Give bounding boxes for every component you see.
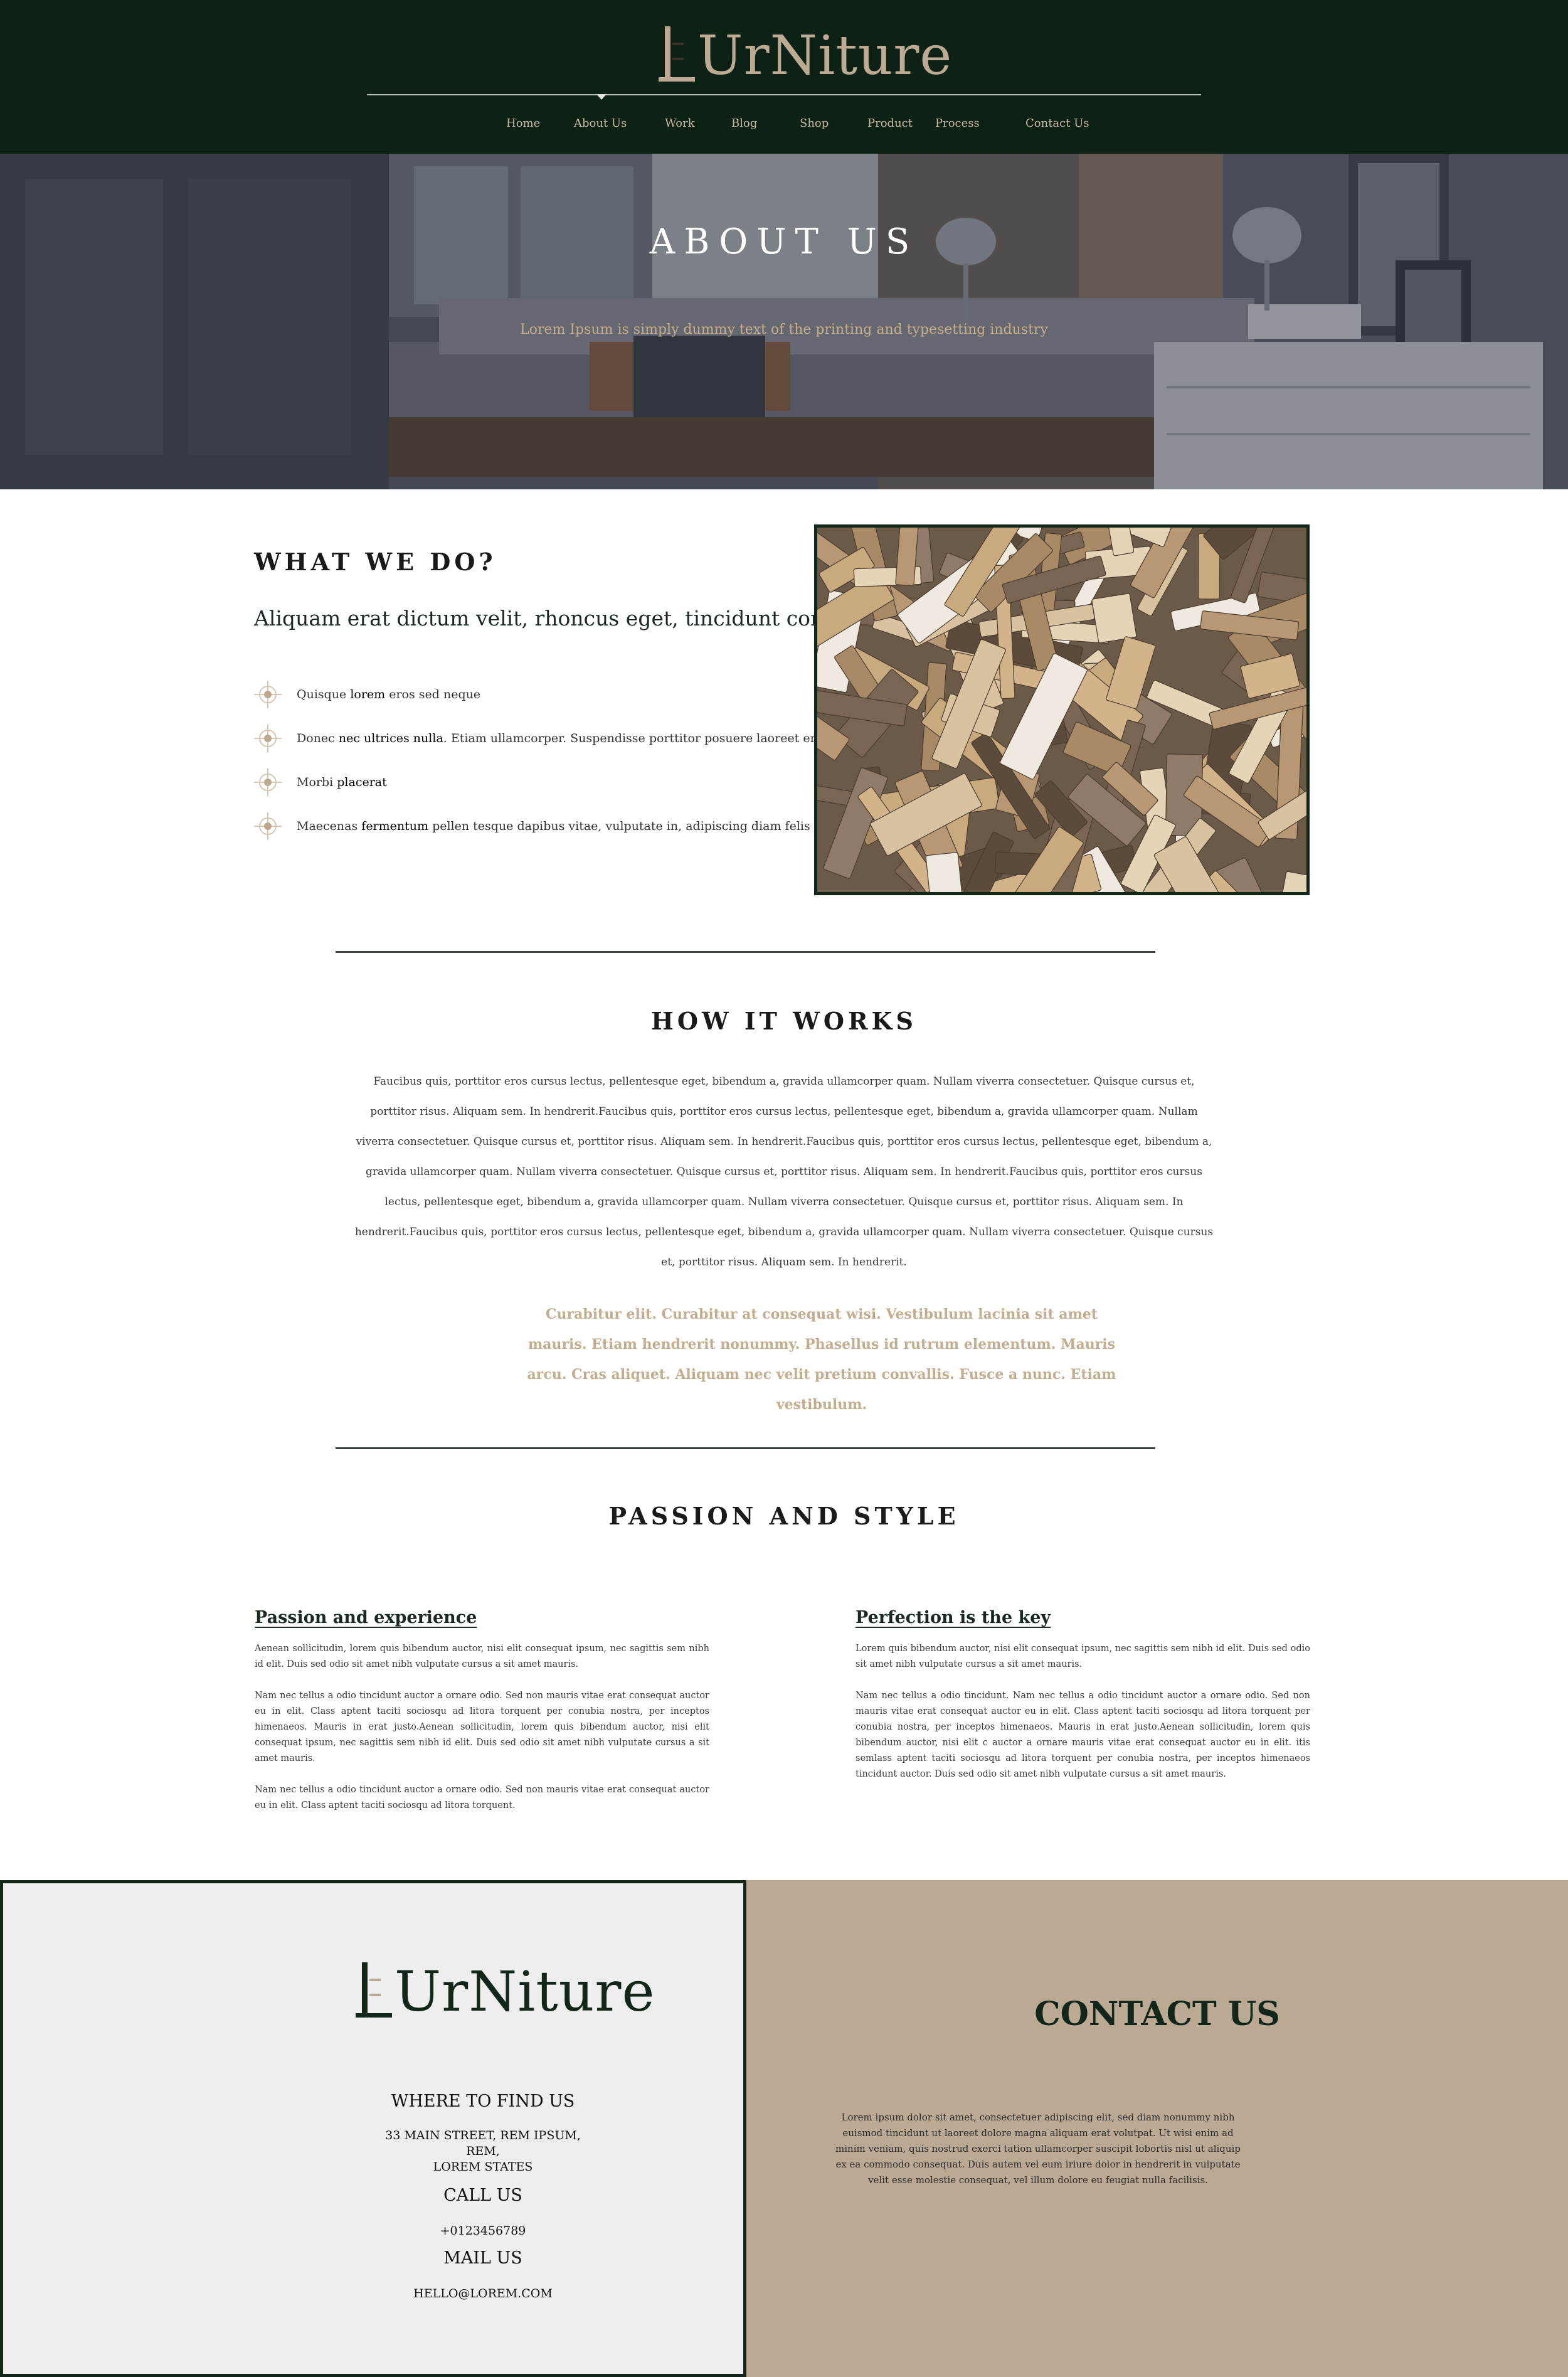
feature-text: Donec nec ultrices nulla. Etiam ullamcor…	[297, 731, 833, 745]
address-line: 33 MAIN STREET, REM IPSUM,	[385, 2129, 581, 2142]
paragraph: Nam nec tellus a odio tincidunt auctor a…	[255, 1785, 709, 1811]
nav-about-us[interactable]: About Us	[574, 117, 627, 130]
nav-home[interactable]: Home	[506, 117, 540, 130]
mail-us-heading: MAIL US	[443, 2248, 522, 2268]
how-it-works-title: HOW IT WORKS	[650, 1007, 918, 1035]
list-item: Donec nec ultrices nulla. Etiam ullamcor…	[254, 716, 833, 760]
what-we-do-lead: Aliquam erat dictum velit, rhoncus eget,…	[254, 606, 869, 630]
passion-column-left: Passion and experience Aenean sollicitud…	[255, 1608, 709, 1829]
list-item: Quisque lorem eros sed neque	[254, 673, 806, 716]
address-line: LOREM STATES	[433, 2160, 533, 2174]
email-address[interactable]: HELLO@LOREM.COM	[0, 2286, 966, 2302]
call-us-heading: CALL US	[443, 2186, 522, 2205]
contact-us-text: Lorem ipsum dolor sit amet, consectetuer…	[835, 2112, 1241, 2186]
contact-us-title: CONTACT US	[1034, 1995, 1280, 2033]
address-block: 33 MAIN STREET, REM IPSUM, REM, LOREM ST…	[0, 2128, 966, 2175]
nav-divider	[367, 94, 1201, 95]
ladder-logo-icon	[356, 1962, 392, 2020]
passion-style-title: PASSION AND STYLE	[608, 1502, 960, 1530]
feature-list: Quisque lorem eros sed neque Donec nec u…	[254, 673, 833, 848]
how-it-works-quote: Curabitur elit. Curabitur at consequat w…	[527, 1306, 1116, 1413]
feature-text: Morbi placerat	[297, 775, 387, 789]
phone-number[interactable]: +0123456789	[0, 2223, 966, 2239]
what-we-do-title: WHAT WE DO?	[254, 548, 497, 576]
crosshair-bullet-icon	[254, 681, 282, 708]
nav-process[interactable]: Process	[935, 117, 980, 130]
list-item: Morbi placerat	[254, 760, 806, 804]
find-us-heading: WHERE TO FIND US	[391, 2092, 575, 2111]
main-nav: Home About Us Work Blog Shop Product Pro…	[0, 117, 1568, 136]
hero-title: ABOUT US	[649, 221, 919, 262]
address-line: REM,	[466, 2144, 500, 2158]
nav-shop[interactable]: Shop	[800, 117, 829, 130]
feature-text: Maecenas fermentum pellen tesque dapibus…	[297, 819, 810, 833]
passion-left-heading: Passion and experience	[255, 1608, 477, 1627]
paragraph: Nam nec tellus a odio tincidunt. Nam nec…	[856, 1691, 1310, 1779]
site-logo[interactable]: UrNiture	[659, 21, 952, 84]
find-us-block: WHERE TO FIND US	[0, 2092, 966, 2111]
nav-contact-us[interactable]: Contact Us	[1025, 117, 1089, 130]
mail-us-block: MAIL US	[0, 2248, 966, 2268]
passion-column-right: Perfection is the key Lorem quis bibendu…	[856, 1608, 1310, 1798]
section-divider	[336, 951, 1155, 953]
hero-banner: ABOUT US Lorem Ipsum is simply dummy tex…	[0, 154, 1568, 489]
passion-right-heading: Perfection is the key	[856, 1608, 1051, 1627]
footer-logo-text: UrNiture	[395, 1959, 655, 2024]
crosshair-bullet-icon	[254, 725, 282, 752]
nav-blog[interactable]: Blog	[731, 117, 757, 130]
how-it-works-body: Faucibus quis, porttitor eros cursus lec…	[354, 1075, 1214, 1268]
list-item: Maecenas fermentum pellen tesque dapibus…	[254, 804, 810, 848]
paragraph: Lorem quis bibendum auctor, nisi elit co…	[856, 1644, 1310, 1669]
site-header: UrNiture Home About Us Work Blog Shop Pr…	[0, 0, 1568, 154]
footer-logo[interactable]: UrNiture	[356, 1962, 655, 2020]
section-divider	[336, 1447, 1155, 1449]
feature-text: Quisque lorem eros sed neque	[297, 688, 481, 701]
paragraph: Aenean sollicitudin, lorem quis bibendum…	[255, 1644, 709, 1669]
crosshair-bullet-icon	[254, 768, 282, 796]
phone-block: +0123456789	[0, 2223, 966, 2239]
nav-work[interactable]: Work	[665, 117, 695, 130]
nav-product[interactable]: Product	[867, 117, 913, 130]
firewood-photo	[817, 528, 1306, 892]
ladder-logo-icon	[659, 26, 695, 84]
paragraph: Nam nec tellus a odio tincidunt auctor a…	[255, 1691, 709, 1763]
firewood-image	[814, 524, 1310, 895]
email-block: HELLO@LOREM.COM	[0, 2286, 966, 2302]
hero-subtitle: Lorem Ipsum is simply dummy text of the …	[520, 322, 1048, 338]
logo-text: UrNiture	[697, 24, 953, 87]
crosshair-bullet-icon	[254, 812, 282, 840]
active-nav-caret-icon	[596, 94, 607, 100]
call-us-block: CALL US	[0, 2186, 966, 2205]
